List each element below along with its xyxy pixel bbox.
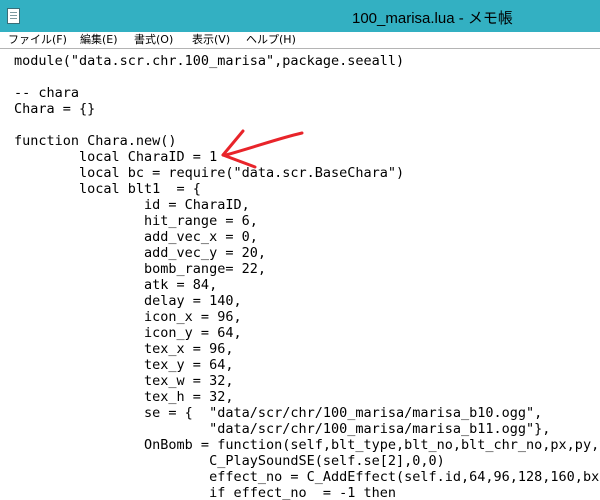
red-arrow-annotation [221,129,304,169]
notepad-window: 100_marisa.lua - メモ帳 ファイル(F) 編集(E) 書式(O)… [0,0,600,500]
